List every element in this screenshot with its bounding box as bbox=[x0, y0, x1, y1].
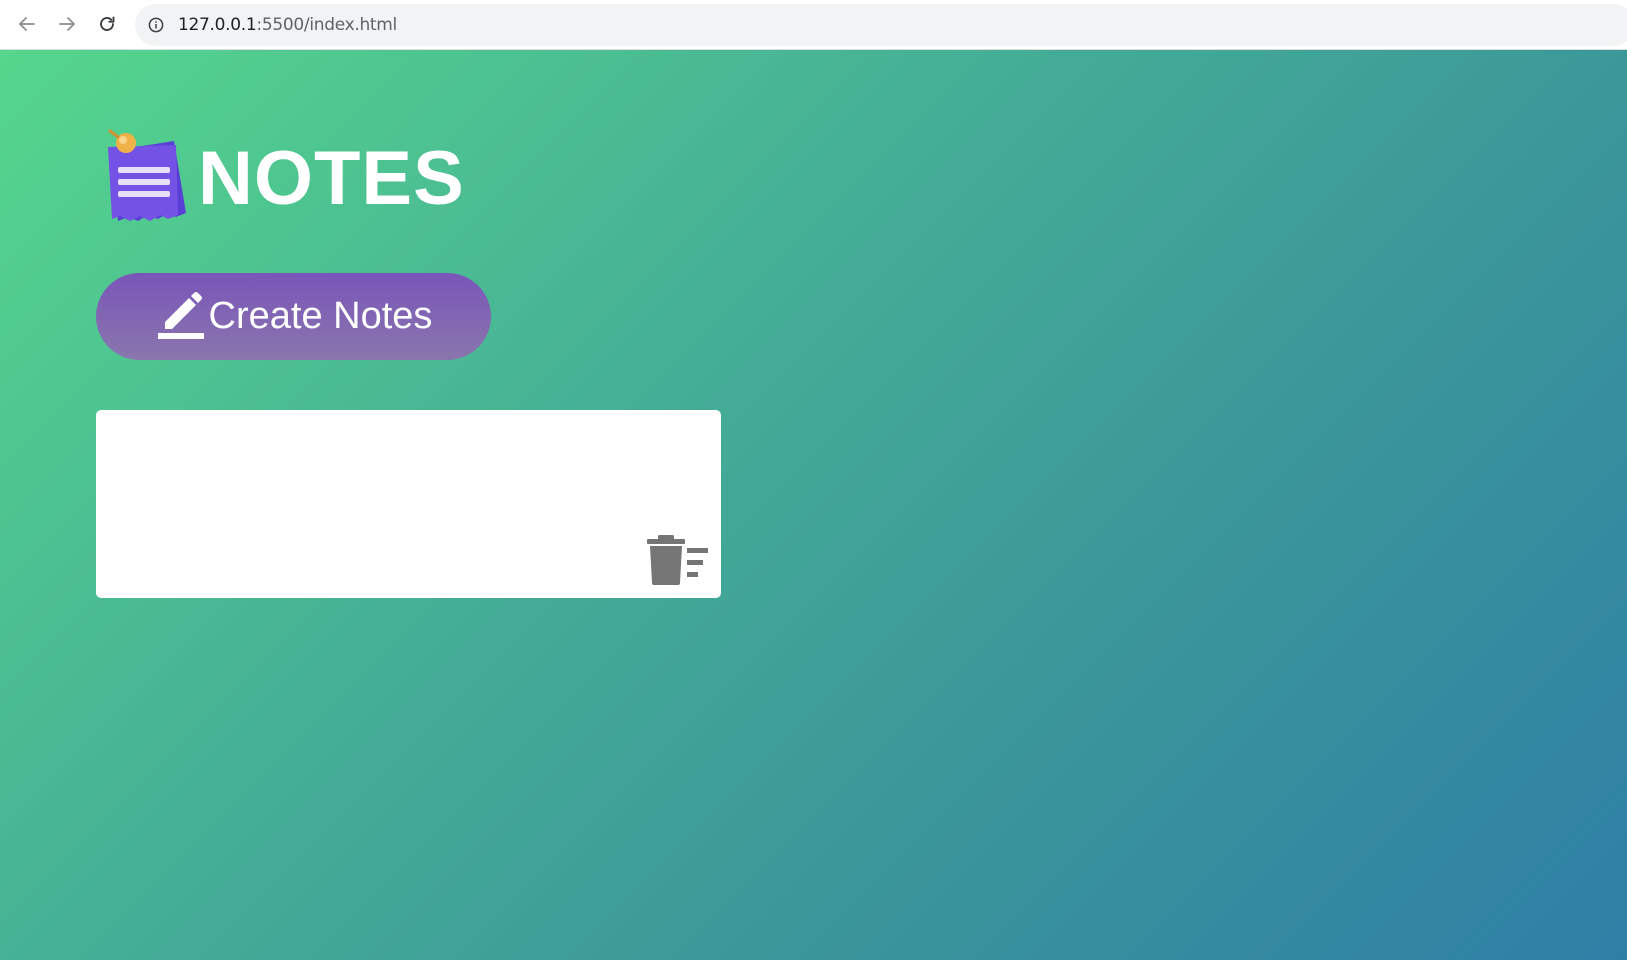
notes-app-page: NOTES Create Notes bbox=[0, 50, 1627, 961]
reload-icon bbox=[100, 16, 115, 31]
pencil-icon bbox=[157, 291, 204, 339]
app-header: NOTES bbox=[104, 128, 465, 228]
forward-arrow-icon bbox=[59, 17, 75, 31]
browser-toolbar: 127.0.0.1:5500/index.html bbox=[0, 0, 1627, 50]
reload-button[interactable] bbox=[92, 9, 122, 39]
sticky-note-icon bbox=[108, 129, 186, 221]
url-host: 127.0.0.1 bbox=[178, 15, 257, 35]
forward-button[interactable] bbox=[52, 9, 82, 39]
site-info-icon[interactable] bbox=[148, 17, 164, 33]
page-title: NOTES bbox=[198, 135, 465, 221]
back-arrow-icon bbox=[19, 17, 35, 31]
back-button[interactable] bbox=[12, 9, 42, 39]
create-notes-label: Create Notes bbox=[208, 295, 433, 337]
create-notes-button[interactable]: Create Notes bbox=[96, 273, 491, 360]
address-bar[interactable]: 127.0.0.1:5500/index.html bbox=[135, 4, 1627, 46]
note-input[interactable] bbox=[96, 410, 721, 598]
url-text[interactable]: 127.0.0.1:5500/index.html bbox=[178, 4, 397, 46]
trash-icon[interactable] bbox=[645, 534, 709, 586]
url-path: :5500/index.html bbox=[256, 15, 397, 35]
note-card bbox=[96, 410, 721, 598]
